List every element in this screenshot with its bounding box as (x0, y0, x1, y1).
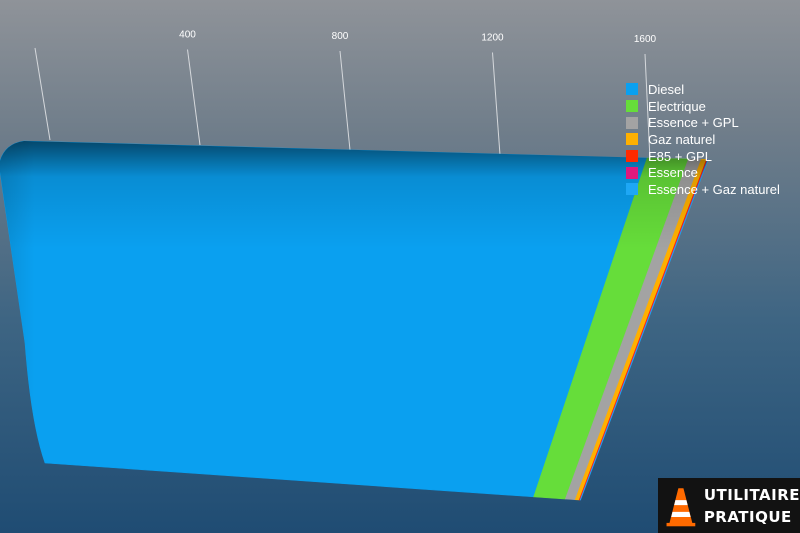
legend-item: Essence (626, 164, 780, 181)
stacked-bar-chart: 400 800 1200 1600 (0, 30, 709, 501)
legend-swatch (626, 83, 638, 96)
logo-line-1: UTILITAIRE (703, 485, 800, 504)
legend-item: Electrique (626, 98, 780, 115)
legend-item: Essence + Gaz naturel (626, 181, 780, 198)
legend-swatch (626, 183, 638, 196)
legend-label: Gaz naturel (648, 131, 716, 147)
legend-item: E85 + GPL (626, 148, 780, 165)
bar-left-shading (0, 141, 709, 501)
legend-swatch (626, 166, 638, 179)
gridline (34, 47, 51, 141)
legend-label: Essence + Gaz naturel (648, 181, 780, 197)
legend-label: Essence (648, 165, 698, 181)
legend-item: Diesel (626, 81, 780, 98)
utilitaire-pratique-logo: UTILITAIRE PRATIQUE (658, 478, 800, 533)
logo-line-2: PRATIQUE (703, 507, 792, 526)
legend-label: Essence + GPL (648, 115, 739, 131)
legend-swatch (626, 133, 638, 146)
chart-gridlines (34, 47, 651, 161)
x-tick-label: 400 (179, 30, 196, 41)
bar-shading (0, 141, 709, 501)
legend-item: Essence + GPL (626, 114, 780, 131)
gridline (492, 52, 501, 156)
traffic-cone-icon (666, 487, 696, 526)
x-tick-label: 800 (332, 31, 349, 42)
x-tick-label: 1200 (481, 33, 504, 44)
x-tick-label: 1600 (634, 34, 657, 45)
legend-label: Electrique (648, 98, 706, 114)
gridline (187, 49, 201, 146)
legend-label: Diesel (648, 81, 685, 97)
legend-item: Gaz naturel (626, 131, 780, 148)
legend-swatch (626, 116, 638, 129)
legend-label: E85 + GPL (648, 148, 712, 164)
legend-swatch (626, 150, 638, 163)
x-axis-ticks: 400 800 1200 1600 (179, 30, 656, 46)
gridline (339, 50, 351, 151)
chart-legend: Diesel Electrique Essence + GPL Gaz naturel… (626, 81, 780, 198)
legend-swatch (626, 100, 638, 113)
